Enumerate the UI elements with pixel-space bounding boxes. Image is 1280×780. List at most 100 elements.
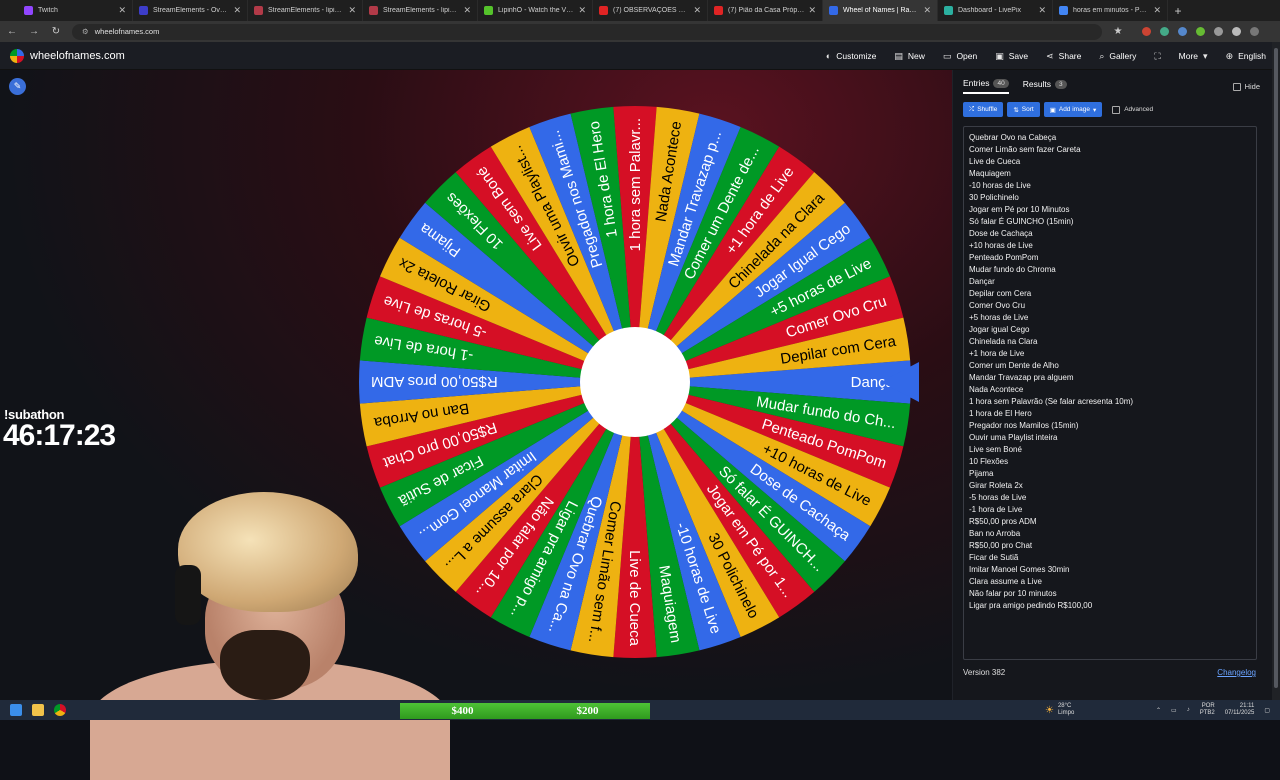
palette-icon: ◐ bbox=[825, 51, 832, 61]
add-image-button[interactable]: ▣ Add image ▾ bbox=[1043, 102, 1103, 117]
extension-icon[interactable] bbox=[1160, 27, 1169, 36]
menu-english-button[interactable]: ⊕ English bbox=[1226, 51, 1266, 62]
shuffle-button[interactable]: ⤮ Shuffle bbox=[963, 102, 1004, 117]
menu-gallery-button[interactable]: ⌕ Gallery bbox=[1099, 51, 1136, 62]
extension-icon[interactable] bbox=[1142, 27, 1151, 36]
tab-favicon-icon bbox=[829, 6, 838, 15]
extension-icon[interactable] bbox=[1214, 27, 1223, 36]
scrollbar-thumb[interactable] bbox=[1274, 48, 1278, 688]
extension-icon[interactable] bbox=[1196, 27, 1205, 36]
webcam-feed bbox=[90, 480, 450, 780]
hide-checkbox[interactable] bbox=[1232, 82, 1241, 91]
entry-line: Comer Ovo Cru bbox=[969, 301, 1026, 310]
tray-chevron-icon[interactable]: ⌃ bbox=[1156, 707, 1161, 714]
tab-results[interactable]: Results 3 bbox=[1023, 78, 1067, 94]
back-icon[interactable]: ← bbox=[6, 26, 18, 37]
tab-entries[interactable]: Entries 40 bbox=[963, 78, 1009, 94]
entry-line: Girar Roleta 2x bbox=[969, 481, 1023, 490]
notifications-icon[interactable]: ▢ bbox=[1264, 707, 1270, 714]
shuffle-label: Shuffle bbox=[977, 106, 998, 113]
clock[interactable]: 21:11 07/11/2025 bbox=[1225, 703, 1255, 717]
search-icon: ⌕ bbox=[1099, 50, 1105, 61]
menu-save-button[interactable]: ▣ Save bbox=[995, 51, 1028, 62]
entry-tools: ⤮ Shuffle ⇅ Sort ▣ Add image ▾ Advanced bbox=[963, 102, 1153, 117]
browser-tab[interactable]: horas em minutos - Pesquisa✕ bbox=[1053, 0, 1168, 21]
tab-close-icon[interactable]: ✕ bbox=[233, 5, 241, 16]
weather-widget[interactable]: ☀ 28°C Limpo bbox=[1045, 700, 1074, 720]
tab-favicon-icon bbox=[599, 6, 608, 15]
browser-tab[interactable]: (7) Pião da Casa Própria / Pra✕ bbox=[708, 0, 823, 21]
entry-line: 1 hora sem Palavrão (Se falar acresenta … bbox=[969, 397, 1134, 406]
tab-close-icon[interactable]: ✕ bbox=[808, 5, 816, 16]
entries-textarea[interactable]: Quebrar Ovo na Cabeça Comer Limão sem faz… bbox=[963, 126, 1257, 660]
hide-label: Hide bbox=[1244, 82, 1260, 91]
tab-title: (7) OBSERVAÇÕES DIÁRIAS (t bbox=[613, 7, 690, 14]
browser-tab[interactable]: Dashboard - LivePix ✕ bbox=[938, 0, 1053, 21]
tab-close-icon[interactable]: ✕ bbox=[693, 5, 701, 16]
tab-close-icon[interactable]: ✕ bbox=[1153, 5, 1161, 16]
clock-time: 21:11 bbox=[1239, 703, 1255, 709]
tab-close-icon[interactable]: ✕ bbox=[463, 5, 471, 16]
tab-favicon-icon bbox=[714, 6, 723, 15]
menu-fullscreen-button[interactable]: ⛶ bbox=[1154, 51, 1160, 62]
tab-close-icon[interactable]: ✕ bbox=[348, 5, 356, 16]
browser-tab[interactable]: StreamElements - Overlays ✕ bbox=[133, 0, 248, 21]
edit-pencil-button[interactable]: ✎ bbox=[9, 78, 26, 95]
results-count-badge: 3 bbox=[1055, 79, 1067, 89]
browser-tab[interactable]: StreamElements - lipinho ✕ bbox=[363, 0, 478, 21]
tab-favicon-icon bbox=[484, 6, 493, 15]
entry-line: Jogar igual Cego bbox=[969, 325, 1030, 334]
advanced-checkbox[interactable] bbox=[1112, 105, 1121, 114]
browser-tab[interactable]: Twitch ✕ bbox=[18, 0, 133, 21]
menu-customize-button[interactable]: ◐ Customize bbox=[826, 51, 877, 61]
tab-title: StreamElements - Overlays bbox=[153, 7, 229, 14]
browser-tab[interactable]: LipinhO - Watch the VOD on ✕ bbox=[478, 0, 593, 21]
browser-tab[interactable]: Wheel of Names | Random na ✕ bbox=[823, 0, 938, 21]
wheel[interactable]: DançarMudar fundo do Ch...Penteado PomPo… bbox=[350, 105, 920, 670]
sort-button[interactable]: ⇅ Sort bbox=[1007, 102, 1040, 117]
entry-line: R$50,00 pro Chat bbox=[969, 541, 1033, 550]
add-image-label: Add image bbox=[1058, 106, 1090, 113]
sort-icon: ⇅ bbox=[1013, 106, 1019, 114]
tab-close-icon[interactable]: ✕ bbox=[578, 5, 586, 16]
new-tab-icon[interactable]: + bbox=[1168, 0, 1188, 21]
forward-icon[interactable]: → bbox=[28, 26, 40, 37]
file-explorer-icon[interactable] bbox=[32, 704, 44, 716]
entry-line: Penteado PomPom bbox=[969, 253, 1039, 262]
menu-share-button[interactable]: ⋖ Share bbox=[1046, 51, 1081, 62]
menu-more-button[interactable]: More ▾ bbox=[1179, 51, 1208, 62]
site-logo[interactable]: wheelofnames.com bbox=[0, 48, 125, 63]
menu-label: Share bbox=[1058, 51, 1082, 61]
network-icon[interactable]: ▭ bbox=[1171, 707, 1177, 714]
volume-icon[interactable]: ♪ bbox=[1187, 707, 1190, 713]
hide-toggle[interactable]: Hide bbox=[1232, 82, 1260, 91]
reload-icon[interactable]: ↻ bbox=[50, 26, 62, 37]
wheel-logo-icon bbox=[10, 48, 24, 63]
extension-icon[interactable] bbox=[1178, 27, 1187, 36]
tab-close-icon[interactable]: ✕ bbox=[1038, 5, 1046, 16]
kbd-label: PTB2 bbox=[1199, 710, 1215, 716]
tab-close-icon[interactable]: ✕ bbox=[923, 5, 931, 16]
menu-label: English bbox=[1238, 51, 1266, 61]
extension-icon[interactable] bbox=[1232, 27, 1241, 36]
site-info-icon[interactable]: ⚙ bbox=[82, 27, 89, 36]
input-language[interactable]: POR PTB2 bbox=[1200, 703, 1215, 717]
wheel-center-hub[interactable] bbox=[580, 327, 690, 437]
advanced-toggle[interactable]: Advanced bbox=[1112, 105, 1153, 114]
tab-close-icon[interactable]: ✕ bbox=[118, 5, 126, 16]
address-bar[interactable]: ⚙ wheelofnames.com bbox=[72, 23, 1102, 40]
weather-desc: Limpo bbox=[1057, 710, 1075, 716]
entry-line: Pijama bbox=[969, 469, 994, 478]
entry-line: Chinelada na Clara bbox=[969, 337, 1038, 346]
browser-tab[interactable]: StreamElements - lipinho ✕ bbox=[248, 0, 363, 21]
windows-start-icon[interactable] bbox=[10, 704, 22, 716]
bookmark-star-icon[interactable]: ★ bbox=[1112, 26, 1124, 37]
menu-new-button[interactable]: ▤ New bbox=[894, 51, 925, 62]
entry-line: Live sem Boné bbox=[969, 445, 1022, 454]
menu-open-button[interactable]: ▭ Open bbox=[943, 51, 977, 62]
profile-avatar[interactable] bbox=[1250, 27, 1259, 36]
browser-tab[interactable]: (7) OBSERVAÇÕES DIÁRIAS (t✕ bbox=[593, 0, 708, 21]
page-scrollbar[interactable] bbox=[1272, 42, 1280, 700]
changelog-link[interactable]: Changelog bbox=[1217, 668, 1256, 677]
chrome-icon[interactable] bbox=[54, 704, 66, 716]
